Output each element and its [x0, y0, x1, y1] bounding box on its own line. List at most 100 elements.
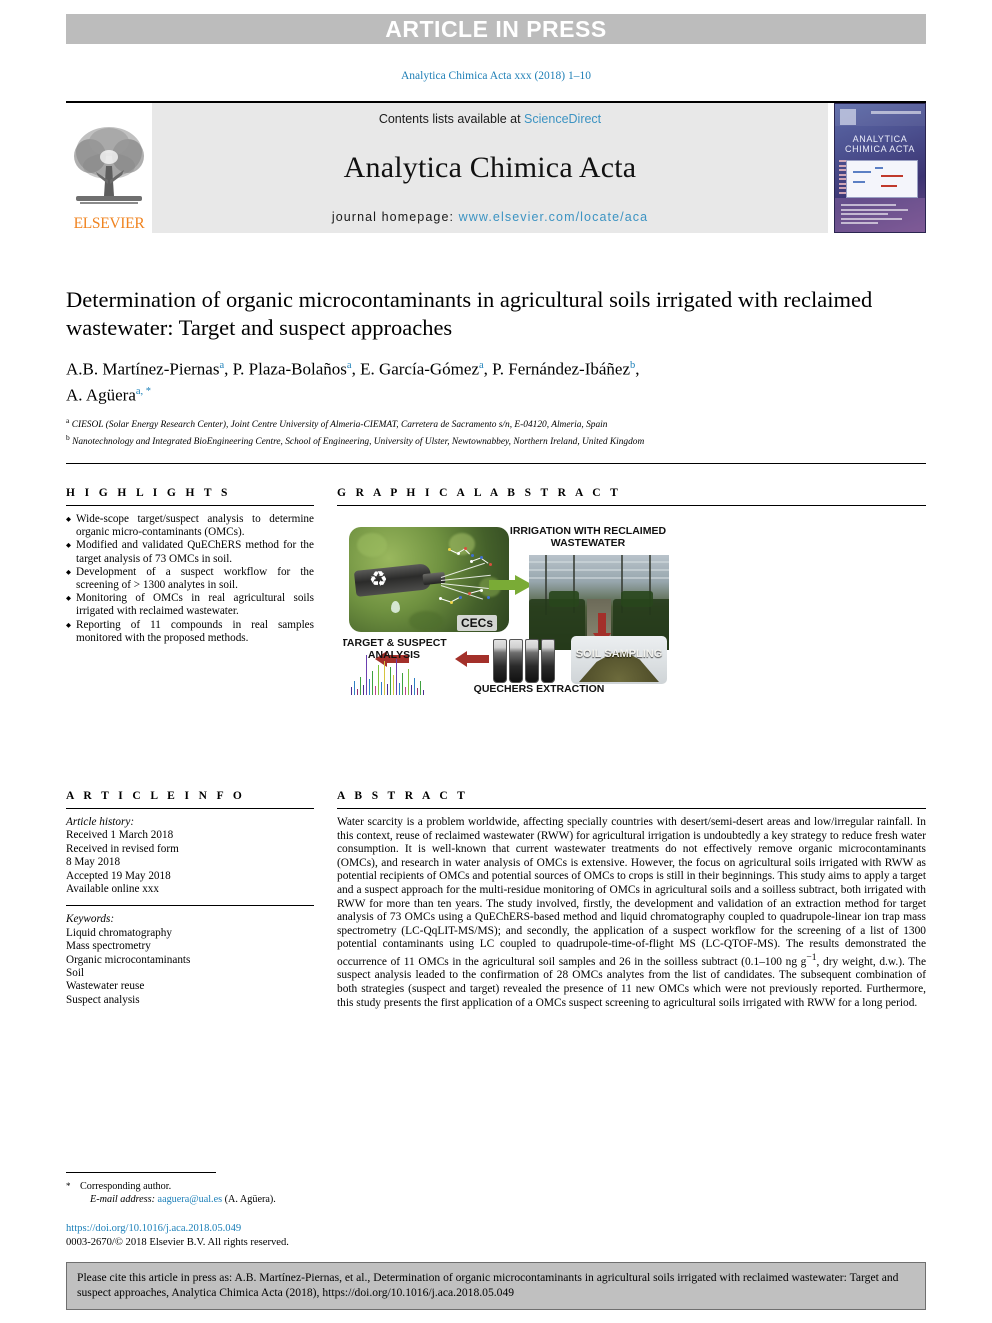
journal-reference-line: Analytica Chimica Acta xxx (2018) 1–10 — [400, 70, 592, 82]
keyword-item: Liquid chromatography — [66, 926, 172, 939]
elsevier-tree-icon — [74, 127, 144, 204]
highlight-text: Development of a suspect workflow for th… — [76, 565, 314, 592]
copyright-line: 0003-2670/© 2018 Elsevier B.V. All right… — [66, 1236, 289, 1248]
author-name: P. Plaza-Bolaños — [232, 359, 347, 379]
title-block: Determination of organic microcontaminan… — [66, 286, 926, 448]
journal-cover-thumbnail: ANALYTICA CHIMICA ACTA — [834, 103, 926, 233]
author-list: A.B. Martínez-Piernasa, P. Plaza-Bolaños… — [66, 355, 926, 406]
contents-lists-line: Contents lists available at ScienceDirec… — [379, 112, 601, 126]
footnote-divider — [66, 1172, 216, 1173]
quechers-extraction-label: QUECHERS EXTRACTION — [473, 683, 605, 695]
bottle-icon — [353, 563, 433, 597]
highlights-list: Wide-scope target/suspect analysis to de… — [66, 513, 314, 645]
article-history-block: Article history: Received 1 March 2018 R… — [66, 816, 314, 896]
author-separator: , — [351, 359, 361, 379]
article-in-press-label: ARTICLE IN PRESS — [385, 15, 607, 42]
article-history-item: Accepted 19 May 2018 — [66, 869, 171, 882]
recycle-icon: ♻ — [369, 567, 388, 591]
keyword-item: Organic microcontaminants — [66, 953, 191, 966]
affiliation-marker: b — [66, 432, 70, 442]
irrigation-caption: IRRIGATION WITH RECLAIMED WASTEWATER — [509, 525, 667, 549]
affiliation-text: Nanotechnology and Integrated BioEnginee… — [72, 436, 645, 447]
asterisk-icon: * — [66, 1181, 71, 1191]
author-separator: , — [224, 359, 233, 379]
abstract-heading: A B S T R A C T — [337, 790, 469, 802]
journal-homepage-line: journal homepage: www.elsevier.com/locat… — [332, 210, 648, 224]
chromatogram-icon — [349, 649, 427, 695]
email-owner: (A. Agüera). — [224, 1194, 276, 1205]
author-name: E. García-Gómez — [360, 359, 479, 379]
list-item: Development of a suspect workflow for th… — [66, 566, 314, 592]
cover-logo-icon — [840, 109, 856, 125]
list-item: Modified and validated QuEChERS method f… — [66, 539, 314, 565]
corresponding-author-footnote: * Corresponding author. E-mail address: … — [66, 1180, 486, 1206]
affiliation-item: a CIESOL (Solar Energy Research Center),… — [66, 415, 926, 432]
highlights-section: H I G H L I G H T S Wide-scope target/su… — [66, 487, 314, 645]
author-name: P. Fernández-Ibáñez — [492, 359, 630, 379]
reclaimed-water-photo: ♻ CECs — [349, 527, 509, 632]
doi-link[interactable]: https://doi.org/10.1016/j.aca.2018.05.04… — [66, 1222, 289, 1236]
citation-text: Please cite this article in press as: A.… — [77, 1271, 899, 1299]
email-link[interactable]: aaguera@ual.es — [158, 1194, 223, 1205]
article-history-item: 8 May 2018 — [66, 856, 121, 869]
keyword-item: Soil — [66, 967, 85, 980]
list-item: Wide-scope target/suspect analysis to de… — [66, 513, 314, 539]
journal-masthead: ELSEVIER Contents lists available at Sci… — [66, 101, 926, 234]
graphical-abstract-figure: ♻ CECs IRRIGATION WITH RECLAIMED WASTEWA… — [343, 513, 673, 698]
molecule-icon — [469, 551, 499, 577]
keyword-item: Suspect analysis — [66, 993, 140, 1006]
soil-sampling-panel: SOIL SAMPLING — [571, 636, 667, 684]
highlights-heading: H I G H L I G H T S — [66, 487, 231, 499]
homepage-prefix: journal homepage: — [331, 210, 459, 224]
email-label: E-mail address: — [90, 1194, 155, 1205]
cecs-label: CECs — [457, 615, 498, 631]
extraction-tubes-icon — [493, 639, 555, 683]
article-first-page: ARTICLE IN PRESS Analytica Chimica Acta … — [0, 0, 992, 1323]
keywords-label: Keywords: — [66, 913, 115, 926]
article-history-item: Available online xxx — [66, 883, 159, 896]
cite-this-article-box: Please cite this article in press as: A.… — [66, 1262, 926, 1310]
article-info-section: A R T I C L E I N F O Article history: R… — [66, 790, 314, 1007]
affiliation-text: CIESOL (Solar Energy Research Center), J… — [71, 420, 608, 431]
green-arrow-icon — [489, 575, 533, 595]
cover-journal-title: ANALYTICA CHIMICA ACTA — [844, 134, 916, 154]
soil-sampling-label: SOIL SAMPLING — [575, 648, 663, 660]
graphical-abstract-section: G R A P H I C A L A B S T R A C T ♻ CECs… — [337, 487, 926, 698]
article-title: Determination of organic microcontaminan… — [66, 287, 873, 340]
highlight-text: Reporting of 11 compounds in real sample… — [76, 618, 314, 644]
graphical-abstract-heading: G R A P H I C A L A B S T R A C T — [337, 487, 622, 499]
article-history-item: Received 1 March 2018 — [66, 829, 174, 842]
article-info-heading: A R T I C L E I N F O — [66, 790, 246, 802]
masthead-center: Contents lists available at ScienceDirec… — [152, 103, 828, 233]
journal-title: Analytica Chimica Acta — [343, 151, 637, 184]
author-name: A. Agüera — [66, 385, 136, 405]
highlight-text: Wide-scope target/suspect analysis to de… — [76, 513, 314, 539]
homepage-link[interactable]: www.elsevier.com/locate/aca — [459, 210, 649, 224]
doi-block: https://doi.org/10.1016/j.aca.2018.05.04… — [66, 1222, 289, 1249]
author-name: A.B. Martínez-Piernas — [66, 359, 220, 379]
water-droplet-icon — [391, 601, 400, 613]
keyword-item: Wastewater reuse — [66, 980, 145, 993]
list-item: Reporting of 11 compounds in real sample… — [66, 619, 314, 645]
abstract-section: A B S T R A C T Water scarcity is a prob… — [337, 790, 926, 1010]
highlight-text: Monitoring of OMCs in real agricultural … — [76, 592, 314, 618]
article-history-label: Article history: — [66, 816, 135, 828]
affiliation-item: b Nanotechnology and Integrated BioEngin… — [66, 432, 926, 449]
keywords-block: Keywords: Liquid chromatography Mass spe… — [66, 913, 314, 1007]
affiliation-marker: a — [66, 416, 70, 426]
keyword-item: Mass spectrometry — [66, 940, 151, 953]
abstract-body: Water scarcity is a problem worldwide, a… — [337, 816, 926, 1010]
author-affiliation-marker: a, * — [135, 385, 152, 397]
cover-inset-figure — [846, 160, 918, 198]
author-separator: , — [483, 359, 493, 379]
elsevier-wordmark: ELSEVIER — [73, 215, 145, 232]
affiliation-list: a CIESOL (Solar Energy Research Center),… — [66, 415, 926, 448]
sciencedirect-link[interactable]: ScienceDirect — [524, 112, 601, 126]
article-in-press-banner: ARTICLE IN PRESS — [66, 14, 926, 44]
contents-lists-prefix: Contents lists available at — [378, 112, 525, 126]
red-arrow-left-icon — [455, 651, 489, 667]
abstract-superscript: −1 — [806, 952, 817, 963]
article-history-item: Received in revised form — [66, 842, 179, 855]
section-divider — [66, 463, 926, 464]
highlight-text: Modified and validated QuEChERS method f… — [76, 539, 314, 565]
